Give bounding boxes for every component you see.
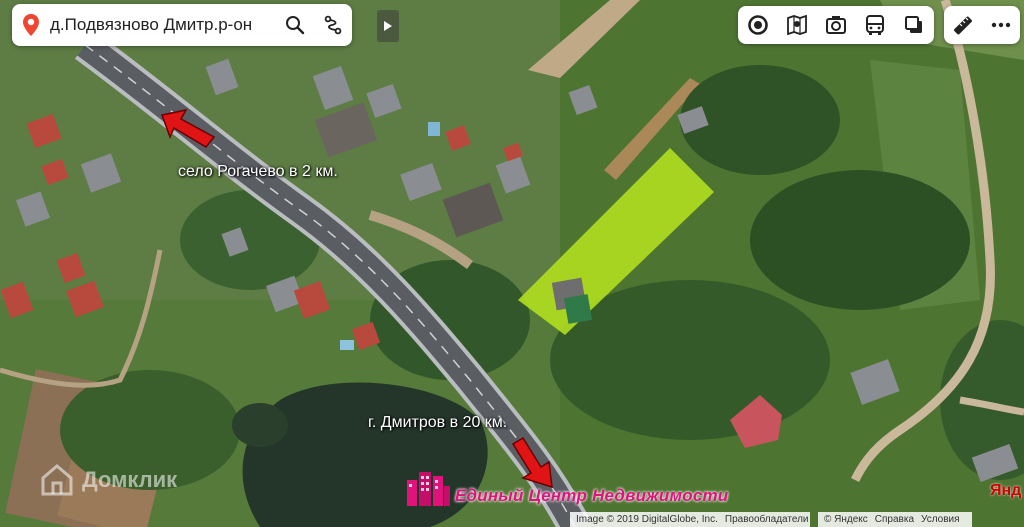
more-dots-icon	[991, 22, 1011, 28]
imagery-credit: Image © 2019 DigitalGlobe, Inc.	[576, 514, 718, 525]
agency-logo: Единый Центр Недвижимости	[405, 470, 728, 506]
house-logo-icon	[41, 464, 73, 496]
label-rogachevo: село Рогачево в 2 км.	[178, 163, 338, 180]
route-icon	[324, 15, 342, 35]
search-input[interactable]: д.Подвязново Дмитр.р-он	[50, 15, 276, 35]
more-button[interactable]	[982, 6, 1020, 44]
yandex-logo[interactable]: Янд	[990, 482, 1021, 500]
domclick-watermark: Домклик	[40, 463, 177, 497]
search-box[interactable]: д.Подвязново Дмитр.р-он	[12, 4, 352, 46]
map-controls-toolbar	[738, 6, 934, 44]
buildings-logo-icon	[407, 472, 450, 506]
location-pin-icon	[12, 4, 50, 46]
map-attribution: © Яндекс Справка Условия	[818, 512, 972, 527]
terms-link[interactable]: Условия	[921, 514, 960, 525]
agency-name: Единый Центр Недвижимости	[455, 486, 729, 505]
photo-button[interactable]	[816, 6, 855, 44]
copyright-text: © Яндекс	[824, 514, 868, 525]
rights-link[interactable]: Правообладатели	[725, 514, 809, 525]
satellite-map[interactable]	[0, 0, 1024, 527]
circle-layers-icon	[747, 15, 768, 35]
play-arrow-icon	[384, 21, 392, 31]
label-dmitrov: г. Дмитров в 20 км.	[368, 414, 508, 431]
search-button[interactable]	[276, 4, 314, 46]
panorama-map-icon	[786, 14, 807, 36]
extra-controls-toolbar	[944, 6, 1020, 44]
ruler-icon	[954, 16, 972, 35]
map-canvas	[0, 0, 1024, 527]
route-button[interactable]	[314, 4, 352, 46]
bus-icon	[865, 15, 884, 35]
watermark-text: Домклик	[82, 467, 178, 492]
ruler-button[interactable]	[944, 6, 982, 44]
search-icon	[286, 16, 305, 35]
imagery-attribution: Image © 2019 DigitalGlobe, Inc. Правообл…	[570, 512, 810, 527]
camera-icon	[825, 16, 846, 34]
map-type-button[interactable]	[894, 6, 933, 44]
panorama-button[interactable]	[777, 6, 816, 44]
help-link[interactable]: Справка	[875, 514, 914, 525]
transport-button[interactable]	[855, 6, 894, 44]
side-panel-toggle[interactable]	[377, 10, 399, 42]
stacked-squares-icon	[904, 16, 922, 33]
layers-button[interactable]	[738, 6, 777, 44]
